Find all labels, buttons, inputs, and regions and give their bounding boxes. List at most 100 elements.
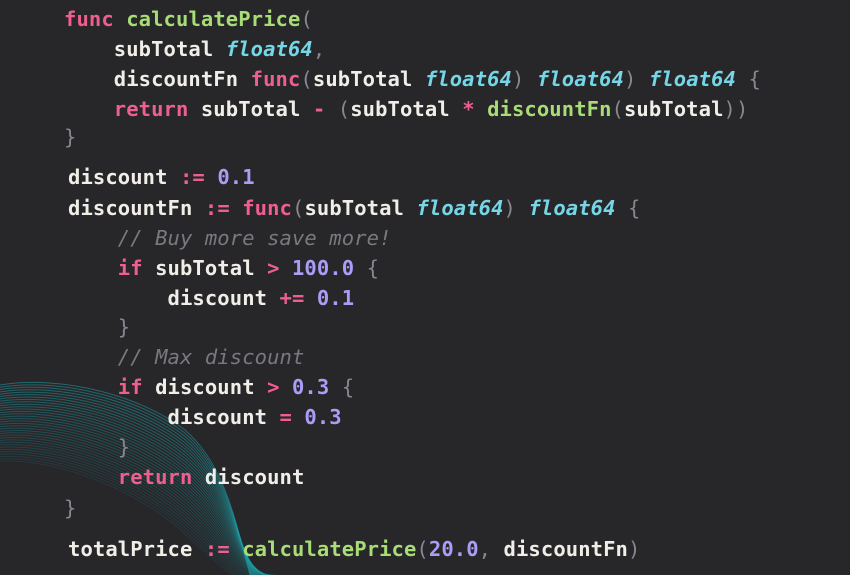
code-token-punct: , (312, 37, 326, 61)
code-block: func calculatePrice( subTotal float64, d… (0, 0, 850, 575)
code-token-operator: := (179, 165, 205, 189)
code-token-comment: // Buy more save more! (68, 226, 392, 250)
code-token-type: float64 (536, 67, 624, 91)
code-line: } (68, 314, 130, 340)
code-line: discountFn := func(subTotal float64) flo… (68, 195, 640, 221)
code-line: discount := 0.1 (68, 164, 255, 190)
code-token-function: discountFn (487, 97, 612, 121)
code-token-function: calculatePrice (242, 537, 417, 561)
code-token-default: discount (142, 375, 268, 399)
code-token-punct: ( (300, 67, 313, 91)
code-token-punct: ) (623, 67, 637, 91)
code-token-number: 20.0 (428, 537, 479, 561)
code-line: discount = 0.3 (68, 404, 342, 430)
code-token-operator: = (279, 405, 292, 429)
code-token-punct: ( (611, 97, 624, 121)
code-token-punct: { (341, 375, 355, 399)
code-token-default (329, 375, 341, 399)
code-token-type: float64 (648, 67, 736, 91)
code-token-number: 0.3 (304, 405, 342, 429)
code-line: // Buy more save more! (68, 225, 392, 251)
code-line: func calculatePrice( (64, 6, 313, 32)
code-token-operator: > (267, 375, 280, 399)
code-token-default: subTotal (188, 97, 313, 121)
code-line: } (64, 124, 76, 150)
code-token-keyword: func (64, 7, 114, 31)
code-token-default (516, 196, 528, 220)
code-token-operator: += (279, 286, 305, 310)
code-token-punct: ( (416, 537, 429, 561)
code-token-punct: } (68, 315, 131, 339)
code-line: // Max discount (68, 344, 305, 370)
code-token-default: totalPrice (68, 537, 205, 561)
code-token-operator: - (312, 97, 326, 121)
code-token-number: 0.1 (217, 165, 255, 189)
code-token-default (280, 375, 292, 399)
code-line: if subTotal > 100.0 { (68, 255, 379, 281)
code-token-default: subTotal (64, 37, 226, 61)
code-token-type: float64 (528, 196, 616, 220)
code-token-keyword: return (68, 465, 193, 489)
code-token-punct: { (366, 256, 380, 280)
code-token-default (230, 196, 242, 220)
code-token-default (736, 67, 748, 91)
code-token-default: subTotal (142, 256, 268, 280)
code-token-type: float64 (416, 196, 504, 220)
code-token-default: discount (68, 286, 280, 310)
code-token-default: subTotal (350, 97, 463, 121)
code-token-default: discountFn (491, 537, 628, 561)
code-token-keyword: if (68, 256, 143, 280)
code-token-number: 0.3 (291, 375, 330, 399)
code-token-default (304, 286, 316, 310)
code-token-punct: ( (292, 196, 305, 220)
code-token-punct: )) (723, 97, 749, 121)
code-token-punct: } (68, 435, 131, 459)
code-token-default (524, 67, 536, 91)
code-token-punct: ) (511, 67, 525, 91)
code-token-default (292, 405, 304, 429)
code-line: discountFn func(subTotal float64) float6… (64, 66, 761, 92)
code-token-punct: ) (627, 537, 641, 561)
code-token-default: discountFn (64, 67, 251, 91)
code-token-keyword: return (64, 97, 189, 121)
code-token-default: discountFn (68, 196, 205, 220)
code-token-default: discount (68, 405, 280, 429)
code-token-default (636, 67, 648, 91)
code-token-operator: * (462, 97, 475, 121)
code-line: totalPrice := calculatePrice(20.0, disco… (68, 536, 640, 562)
code-token-default (114, 7, 126, 31)
code-line: return discount (68, 464, 305, 490)
code-token-type: float64 (424, 67, 512, 91)
code-token-punct: { (748, 67, 761, 91)
code-line: if discount > 0.3 { (68, 374, 354, 400)
code-token-default (325, 97, 337, 121)
code-token-number: 0.1 (316, 286, 355, 310)
code-token-default: subTotal (304, 196, 417, 220)
code-token-default (280, 256, 292, 280)
code-token-default: discount (192, 465, 305, 489)
code-token-operator: > (267, 256, 280, 280)
code-token-default: subTotal (312, 67, 425, 91)
code-token-keyword: if (68, 375, 143, 399)
code-token-default (475, 97, 487, 121)
code-line: subTotal float64, (64, 36, 325, 62)
code-token-function: calculatePrice (126, 7, 301, 31)
code-line: } (64, 495, 76, 521)
code-token-operator: := (204, 196, 230, 220)
code-token-punct: { (628, 196, 641, 220)
code-token-default (205, 165, 217, 189)
code-line: discount += 0.1 (68, 285, 355, 311)
code-token-punct: ) (503, 196, 516, 220)
code-token-punct: , (478, 537, 492, 561)
code-token-default (230, 537, 242, 561)
code-token-operator: := (204, 537, 230, 561)
code-token-default (616, 196, 628, 220)
code-line: } (68, 434, 130, 460)
code-token-punct: } (64, 496, 77, 520)
code-token-number: 100.0 (291, 256, 355, 280)
code-token-punct: ( (300, 7, 313, 31)
code-token-type: float64 (225, 37, 313, 61)
code-line: return subTotal - ( subTotal * discountFn… (64, 96, 749, 122)
code-token-punct: } (64, 125, 77, 149)
code-token-default: discount (68, 165, 180, 189)
